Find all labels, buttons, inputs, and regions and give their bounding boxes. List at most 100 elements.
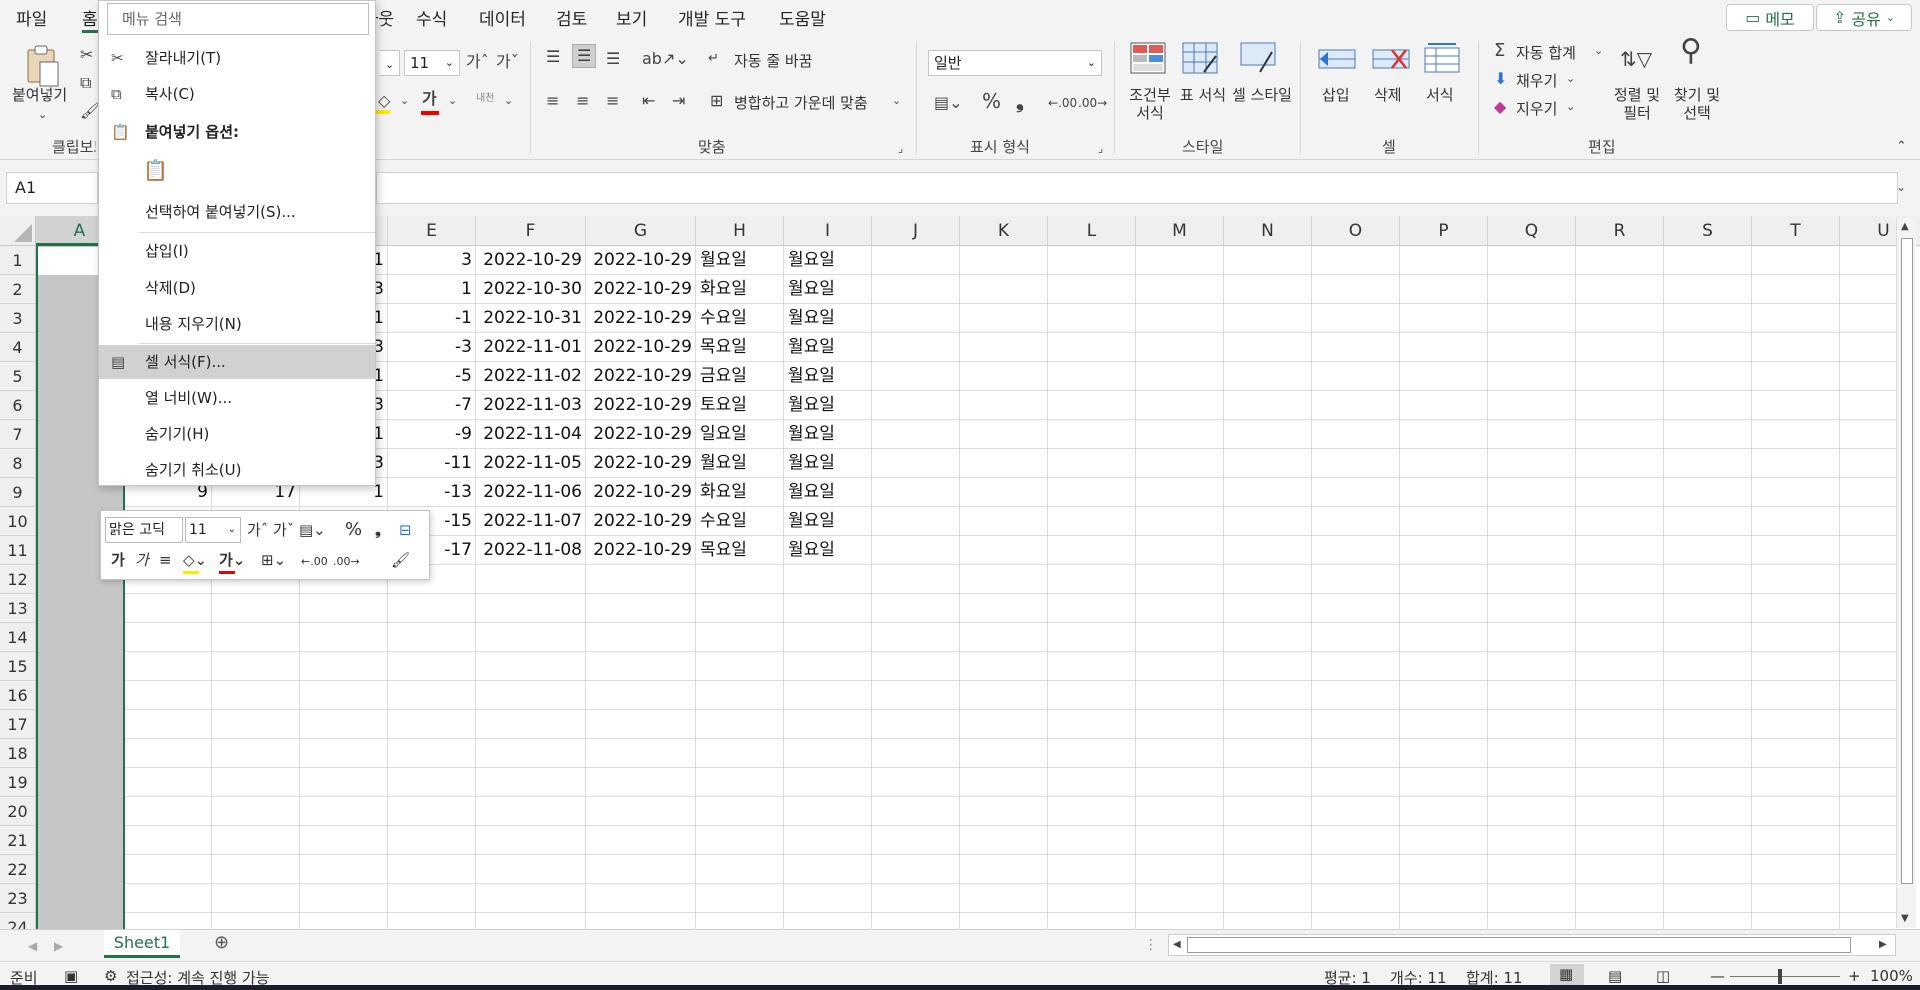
cell-g3[interactable]: 2022-10-29: [586, 304, 696, 333]
row-header-12[interactable]: 12: [0, 565, 36, 594]
row-header-8[interactable]: 8: [0, 449, 36, 478]
fill-down-icon[interactable]: ⬇: [1494, 70, 1507, 88]
align-bottom-icon[interactable]: ☰: [606, 50, 620, 68]
cell-g4[interactable]: 2022-10-29: [586, 333, 696, 362]
formula-input[interactable]: [376, 172, 1898, 204]
scroll-up-icon[interactable]: ▲: [1901, 218, 1909, 236]
row-header-7[interactable]: 7: [0, 420, 36, 449]
align-center-icon[interactable]: ≡: [159, 549, 172, 571]
memo-button[interactable]: ▭ 메모: [1726, 4, 1814, 31]
row-header-14[interactable]: 14: [0, 623, 36, 652]
row-header-17[interactable]: 17: [0, 710, 36, 739]
italic-icon[interactable]: 가: [135, 549, 149, 571]
cell-e3[interactable]: -1: [388, 304, 476, 333]
scroll-right-icon[interactable]: ▶: [1879, 936, 1887, 954]
conditional-format-icon[interactable]: [1130, 42, 1166, 74]
format-painter-icon[interactable]: 🖌: [391, 549, 410, 571]
row-header-3[interactable]: 3: [0, 304, 36, 333]
bold-icon[interactable]: 가: [111, 549, 125, 571]
scissors-icon[interactable]: ✂: [80, 46, 93, 64]
menu-item-hide[interactable]: 숨기기(H): [99, 417, 375, 451]
format-as-table-icon[interactable]: [1182, 42, 1218, 74]
row-header-6[interactable]: 6: [0, 391, 36, 420]
comma-icon[interactable]: ❟: [375, 519, 381, 541]
find-select-button[interactable]: 찾기 및 선택: [1666, 86, 1728, 122]
cell-i6[interactable]: 월요일: [784, 391, 872, 420]
dialog-launcher-icon[interactable]: ⌟: [1098, 140, 1103, 158]
tab-file[interactable]: 파일: [16, 5, 47, 30]
cell-styles-button[interactable]: 셀 스타일: [1232, 86, 1292, 104]
column-header-r[interactable]: R: [1576, 216, 1664, 246]
menu-item-column-width[interactable]: 열 너비(W)...: [99, 381, 375, 415]
cell-i4[interactable]: 월요일: [784, 333, 872, 362]
expand-formula-icon[interactable]: ⌄: [1896, 178, 1906, 196]
cell-h7[interactable]: 일요일: [696, 420, 784, 449]
search-icon[interactable]: ⚲: [1680, 36, 1702, 66]
copy-icon[interactable]: ⧉: [80, 74, 91, 92]
align-center-icon[interactable]: ≡: [576, 92, 589, 110]
tab-help[interactable]: 도움말: [779, 5, 826, 30]
wrap-icon[interactable]: ⊟: [399, 519, 412, 541]
percent-icon[interactable]: %: [345, 519, 362, 541]
tab-developer[interactable]: 개발 도구: [678, 5, 746, 30]
macro-record-icon[interactable]: ▣: [64, 967, 78, 985]
chevron-down-icon[interactable]: ⌄: [892, 92, 901, 110]
cell-f2[interactable]: 2022-10-30: [476, 275, 586, 304]
share-button[interactable]: ⇪ 공유 ⌄: [1816, 4, 1912, 31]
row-header-15[interactable]: 15: [0, 652, 36, 681]
next-sheet-icon[interactable]: ▶: [54, 937, 63, 955]
cell-g5[interactable]: 2022-10-29: [586, 362, 696, 391]
cell-f7[interactable]: 2022-11-04: [476, 420, 586, 449]
align-right-icon[interactable]: ≡: [606, 92, 619, 110]
column-header-o[interactable]: O: [1312, 216, 1400, 246]
paste-option-icon[interactable]: 📋: [143, 155, 173, 185]
format-as-table-button[interactable]: 표 서식: [1176, 86, 1230, 104]
comma-icon[interactable]: ❟: [1016, 91, 1024, 111]
format-cells-icon[interactable]: [1424, 42, 1460, 74]
merge-center-icon[interactable]: ⊞: [710, 92, 723, 110]
decrease-font-icon[interactable]: 가ˇ: [496, 53, 519, 71]
scrollbar-thumb[interactable]: [1901, 238, 1913, 884]
zoom-level[interactable]: 100%: [1870, 967, 1913, 985]
format-cells-button[interactable]: 서식: [1426, 86, 1454, 104]
cell-f8[interactable]: 2022-11-05: [476, 449, 586, 478]
row-header-18[interactable]: 18: [0, 739, 36, 768]
clear-button[interactable]: 지우기: [1516, 100, 1557, 118]
cell-f6[interactable]: 2022-11-03: [476, 391, 586, 420]
cell-g9[interactable]: 2022-10-29: [586, 478, 696, 507]
row-header-19[interactable]: 19: [0, 768, 36, 797]
cell-f11[interactable]: 2022-11-08: [476, 536, 586, 565]
paste-icon[interactable]: [24, 44, 62, 88]
font-size-dropdown[interactable]: 11 ⌄: [404, 50, 460, 76]
font-color-icon[interactable]: 가⌄: [219, 549, 245, 571]
conditional-format-button[interactable]: 조건부 서식: [1124, 86, 1176, 122]
column-header-g[interactable]: G: [586, 216, 696, 246]
add-sheet-icon[interactable]: ⊕: [214, 934, 229, 952]
zoom-out-icon[interactable]: —: [1710, 967, 1725, 985]
cell-h6[interactable]: 토요일: [696, 391, 784, 420]
fill-color-icon[interactable]: ◇⌄: [183, 549, 207, 571]
cell-f1[interactable]: 2022-10-29: [476, 246, 586, 275]
cell-h1[interactable]: 월요일: [696, 246, 784, 275]
row-header-22[interactable]: 22: [0, 855, 36, 884]
chevron-down-icon[interactable]: ⌄: [1566, 70, 1575, 88]
sort-filter-icon[interactable]: ⇅▽: [1620, 49, 1652, 69]
column-header-f[interactable]: F: [476, 216, 586, 246]
column-header-k[interactable]: K: [960, 216, 1048, 246]
decrease-font-icon[interactable]: 가ˇ: [273, 519, 294, 541]
column-header-t[interactable]: T: [1752, 216, 1840, 246]
cell-g1[interactable]: 2022-10-29: [586, 246, 696, 275]
cell-g8[interactable]: 2022-10-29: [586, 449, 696, 478]
cell-g10[interactable]: 2022-10-29: [586, 507, 696, 536]
insert-cells-icon[interactable]: [1318, 44, 1356, 74]
chevron-down-icon[interactable]: ⌄: [448, 92, 457, 110]
mini-size-dropdown[interactable]: 11 ⌄: [185, 517, 241, 543]
row-header-9[interactable]: 9: [0, 478, 36, 507]
merge-center-button[interactable]: 병합하고 가운데 맞춤: [734, 94, 868, 112]
chevron-down-icon[interactable]: ⌄: [400, 92, 409, 110]
cell-e1[interactable]: 3: [388, 246, 476, 275]
align-top-icon[interactable]: ☰: [546, 48, 560, 66]
mini-font-dropdown[interactable]: 맑은 고딕: [105, 517, 183, 543]
cell-f4[interactable]: 2022-11-01: [476, 333, 586, 362]
scroll-left-icon[interactable]: ◀: [1173, 936, 1181, 954]
